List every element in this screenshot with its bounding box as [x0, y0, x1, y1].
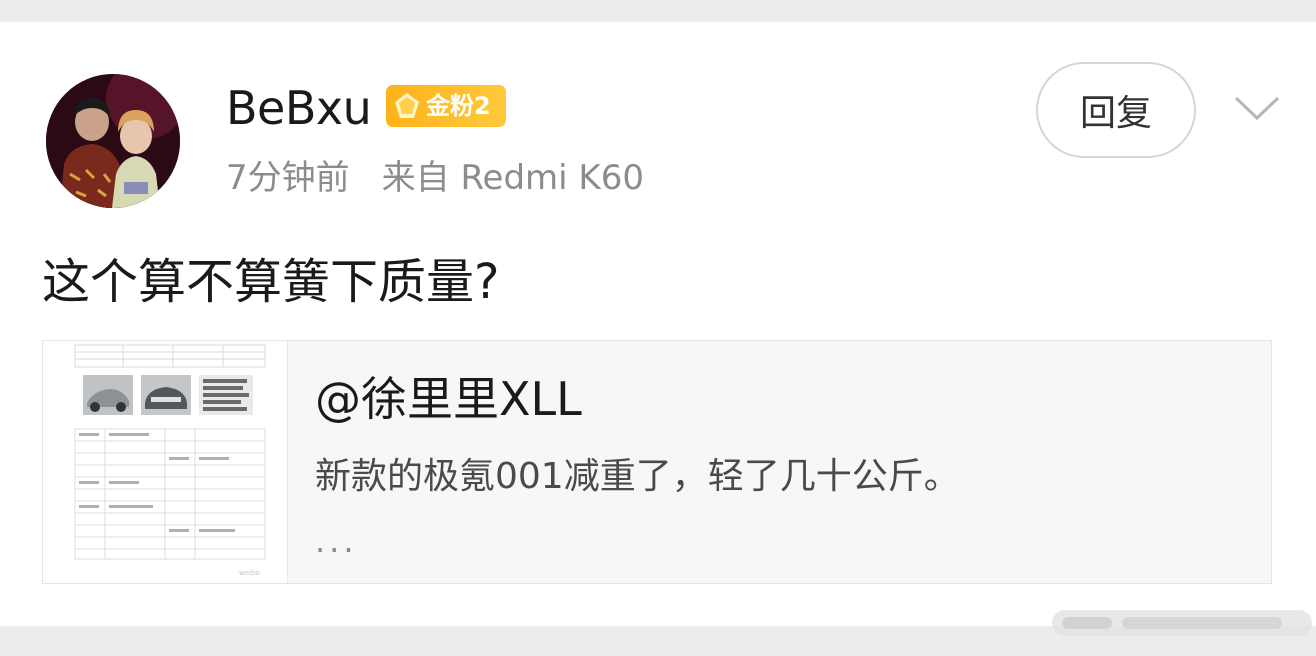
quote-author[interactable]: @徐里里XLL — [315, 369, 582, 429]
quoted-post[interactable]: weibo @徐里里XLL 新款的极氪001减重了，轻了几十公斤。 ... — [42, 340, 1272, 584]
watermark-blur — [1052, 610, 1312, 636]
quote-body: 新款的极氪001减重了，轻了几十公斤。 — [315, 456, 960, 497]
reply-button[interactable]: 回复 — [1036, 62, 1196, 158]
quote-more[interactable]: ... — [315, 521, 358, 561]
badge-label: 金粉2 — [426, 92, 491, 120]
post-meta: 7分钟前 来自 Redmi K60 — [226, 156, 644, 200]
quote-thumbnail[interactable]: weibo — [43, 341, 288, 583]
avatar[interactable] — [46, 74, 180, 208]
post-text: 这个算不算簧下质量? — [42, 254, 500, 310]
diamond-badge-icon — [395, 93, 419, 118]
post-time: 7分钟前 — [226, 158, 350, 198]
chevron-down-icon[interactable] — [1232, 92, 1282, 122]
post-card: BeBxu 金粉2 7分钟前 来自 Redmi K60 回复 这个算不算簧下质量… — [0, 22, 1316, 626]
fan-badge[interactable]: 金粉2 — [386, 85, 506, 127]
post-source: 来自 Redmi K60 — [381, 158, 644, 198]
svg-text:weibo: weibo — [239, 569, 260, 577]
username[interactable]: BeBxu — [226, 80, 372, 136]
